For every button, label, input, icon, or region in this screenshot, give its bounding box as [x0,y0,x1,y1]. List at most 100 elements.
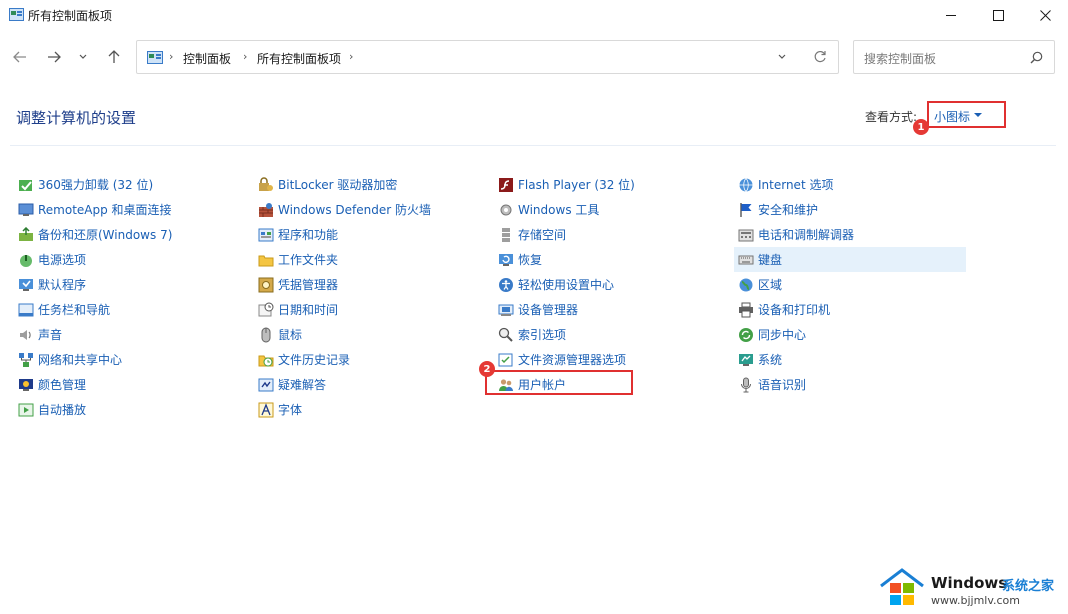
search-placeholder: 搜索控制面板 [864,52,937,66]
chevron-right-icon[interactable]: › [349,50,353,63]
item-remoteapp[interactable]: RemoteApp 和桌面连接 [14,197,246,222]
watermark-brand-suffix: 系统之家 [1002,579,1055,594]
item-indexing-options[interactable]: 索引选项 [494,322,726,347]
item-date-time[interactable]: 日期和时间 [254,297,486,322]
item-label: 文件历史记录 [278,353,351,367]
refresh-icon[interactable] [813,50,827,64]
item-windows-tools[interactable]: Windows 工具 [494,197,726,222]
item-label: 电源选项 [38,253,87,267]
item-mouse[interactable]: 鼠标 [254,322,486,347]
item-color-management[interactable]: 颜色管理 [14,372,246,397]
item-sync-center[interactable]: 同步中心 [734,322,966,347]
item-defender-firewall[interactable]: Windows Defender 防火墙 [254,197,486,222]
item-storage-spaces[interactable]: 存储空间 [494,222,726,247]
item-network-sharing[interactable]: 网络和共享中心 [14,347,246,372]
item-360-uninstaller[interactable]: 360强力卸载 (32 位) [14,172,246,197]
forward-button[interactable] [42,44,66,70]
sync-icon [739,327,753,342]
internet-icon [739,177,753,192]
item-credential-manager[interactable]: 凭据管理器 [254,272,486,297]
chevron-down-icon[interactable] [777,50,787,64]
windows-tools-icon [500,204,512,215]
step-badge-1: 1 [913,119,929,135]
item-programs-features[interactable]: 程序和功能 [254,222,486,247]
item-device-manager[interactable]: 设备管理器 [494,297,726,322]
item-sound[interactable]: 声音 [14,322,246,347]
item-label: 网络和共享中心 [38,353,123,367]
close-button[interactable] [1022,0,1068,30]
item-work-folders[interactable]: 工作文件夹 [254,247,486,272]
up-button[interactable] [102,44,126,70]
mouse-icon [261,327,271,342]
item-flash-player[interactable]: Flash Player (32 位) [494,172,726,197]
item-label: 自动播放 [38,403,87,417]
item-backup-restore[interactable]: 备份和还原(Windows 7) [14,222,246,247]
item-system[interactable]: 系统 [734,347,966,372]
search-input[interactable]: 搜索控制面板 [853,40,1055,74]
item-label: 区域 [758,278,783,292]
arrow-right-icon [48,51,61,63]
header-divider [10,145,1056,146]
ease-of-access-icon [499,277,513,292]
item-security-maintenance[interactable]: 安全和维护 [734,197,966,222]
watermark-brand: Windows [931,574,1008,592]
chevron-down-icon [79,54,87,59]
firewall-icon [259,202,273,217]
power-icon [20,254,32,267]
item-label: 索引选项 [518,328,567,342]
system-icon [739,353,753,366]
watermark-logo [880,568,924,605]
item-ease-of-access[interactable]: 轻松使用设置中心 [494,272,726,297]
item-internet-options[interactable]: Internet 选项 [734,172,966,197]
keyboard-icon [738,255,754,264]
highlight-box-user-accounts [485,370,633,395]
breadcrumb-all-items[interactable]: 所有控制面板项 [257,50,341,67]
item-devices-printers[interactable]: 设备和打印机 [734,297,966,322]
back-button[interactable] [8,44,32,70]
item-region[interactable]: 区域 [734,272,966,297]
file-history-icon [258,355,274,366]
region-icon [739,278,753,291]
item-taskbar-navigation[interactable]: 任务栏和导航 [14,297,246,322]
explorer-options-icon [498,353,513,366]
control-panel-icon [147,51,163,64]
item-label: 程序和功能 [278,228,339,242]
item-label: Windows Defender 防火墙 [278,203,431,217]
item-troubleshooting[interactable]: 疑难解答 [254,372,486,397]
item-phone-modem[interactable]: 电话和调制解调器 [734,222,966,247]
item-file-history[interactable]: 文件历史记录 [254,347,486,372]
item-bitlocker[interactable]: BitLocker 驱动器加密 [254,172,486,197]
item-label: 键盘 [758,253,783,267]
minimize-button[interactable] [928,0,974,30]
item-power-options[interactable]: 电源选项 [14,247,246,272]
close-icon [1039,9,1051,21]
arrow-up-icon [108,50,120,63]
item-speech-recognition[interactable]: 语音识别 [734,372,966,397]
item-label: 声音 [38,328,63,342]
item-label: 疑难解答 [278,378,327,392]
sound-icon [20,329,31,340]
breadcrumb-control-panel[interactable]: 控制面板 [183,50,231,67]
item-label: 存储空间 [518,228,567,242]
item-label: 设备和打印机 [758,303,831,317]
remote-desktop-icon [18,203,34,216]
item-label: Windows 工具 [518,203,600,217]
chevron-right-icon[interactable]: › [243,50,247,63]
item-autoplay[interactable]: 自动播放 [14,397,246,422]
item-fonts[interactable]: 字体 [254,397,486,422]
recent-locations-button[interactable] [74,44,92,70]
backup-icon [19,226,33,241]
address-bar[interactable]: › 控制面板 › 所有控制面板项 › [136,40,839,74]
item-default-programs[interactable]: 默认程序 [14,272,246,297]
indexing-icon [498,327,513,342]
chevron-right-icon[interactable]: › [169,50,173,63]
programs-icon [258,228,274,241]
control-panel-icon [9,8,24,21]
item-recovery[interactable]: 恢复 [494,247,726,272]
highlight-box-view-by [927,101,1006,128]
item-label: 360强力卸载 (32 位) [38,178,154,192]
item-keyboard[interactable]: 键盘 [734,247,966,272]
items-column-2: BitLocker 驱动器加密 Windows Defender 防火墙 程序和… [254,172,486,422]
maximize-button[interactable] [975,0,1021,30]
item-explorer-options[interactable]: 文件资源管理器选项 [494,347,726,372]
